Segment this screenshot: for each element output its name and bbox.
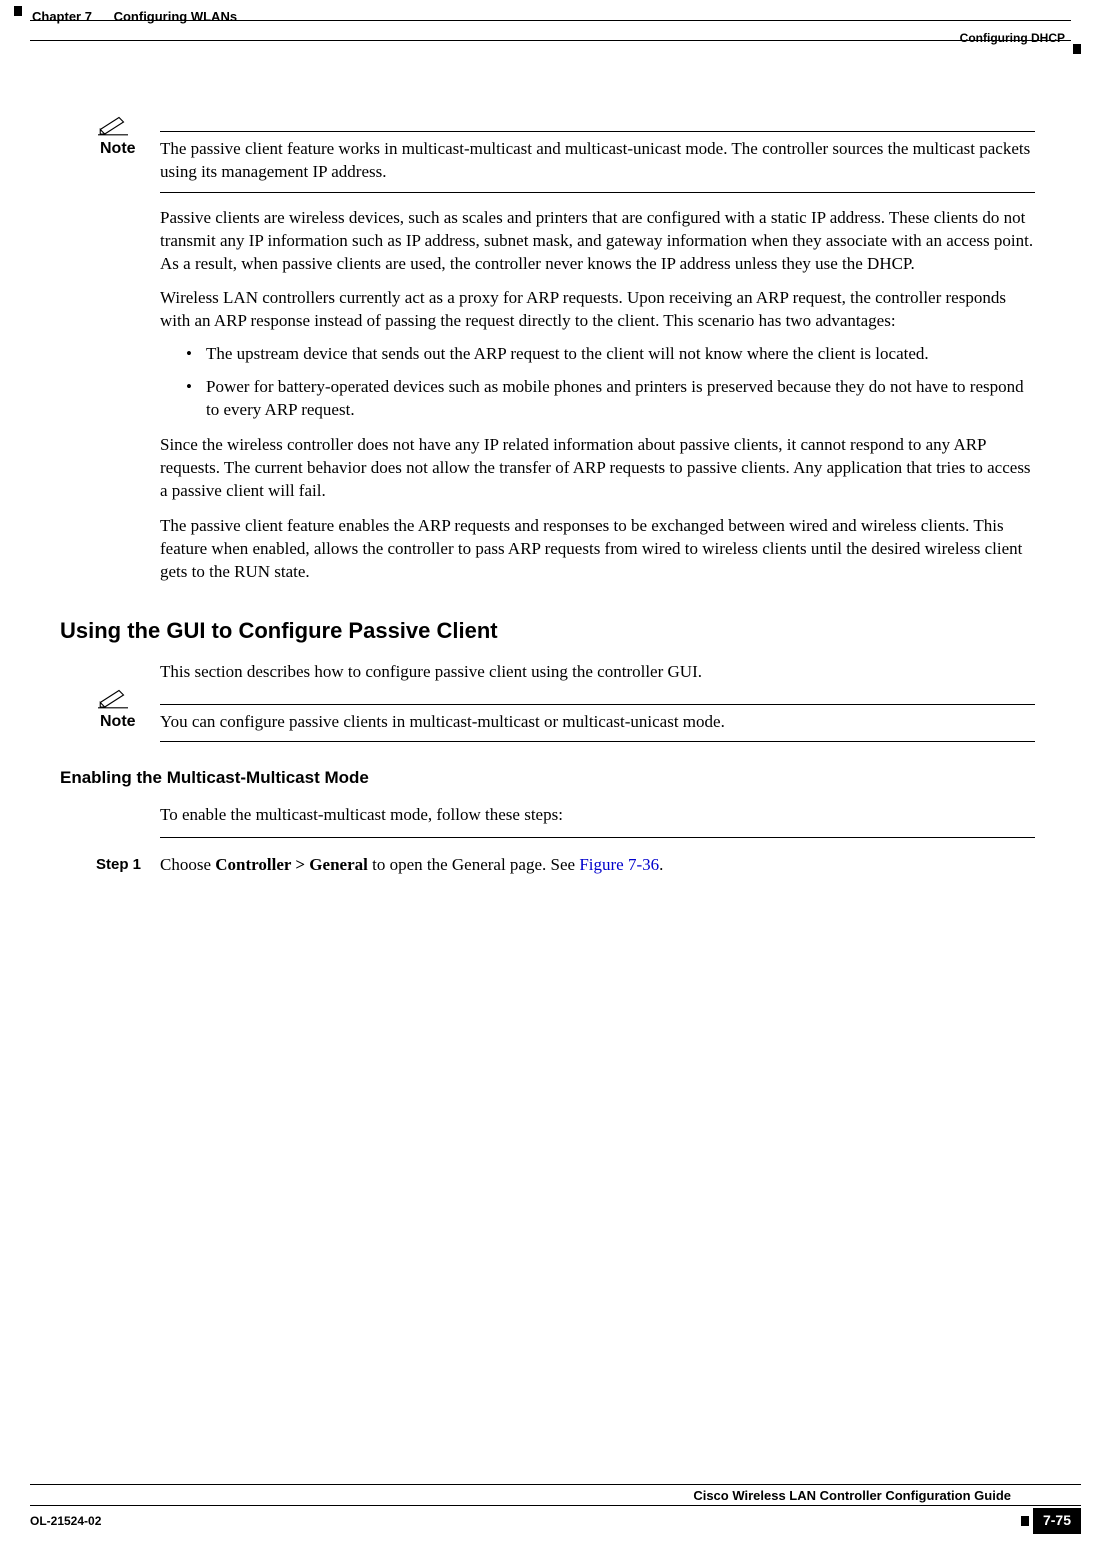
note-block: Note You can configure passive clients i… [160, 704, 1035, 743]
step-text: Choose Controller > General to open the … [160, 854, 663, 877]
page-footer: Cisco Wireless LAN Controller Configurat… [30, 1484, 1081, 1528]
footer-guide-title: Cisco Wireless LAN Controller Configurat… [30, 1487, 1081, 1505]
chapter-title: Configuring WLANs [114, 9, 237, 24]
body-paragraph: To enable the multicast-multicast mode, … [160, 804, 1035, 827]
header-left: Chapter 7 Configuring WLANs [14, 8, 237, 26]
page-header: Chapter 7 Configuring WLANs Configuring … [0, 0, 1095, 47]
header-divider-bottom [30, 40, 1071, 41]
footer-page-wrap: 7-75 [1021, 1508, 1081, 1534]
body-paragraph: Wireless LAN controllers currently act a… [160, 287, 1035, 333]
footer-ornament [1021, 1516, 1029, 1526]
body-paragraph: The passive client feature enables the A… [160, 515, 1035, 584]
page-number: 7-75 [1033, 1508, 1081, 1534]
step-text-pre: Choose [160, 855, 215, 874]
note-text: The passive client feature works in mult… [160, 138, 1035, 184]
body-paragraph: Since the wireless controller does not h… [160, 434, 1035, 503]
list-item: The upstream device that sends out the A… [186, 343, 1035, 366]
page-content: Note The passive client feature works in… [0, 47, 1095, 877]
pencil-note-icon [98, 687, 128, 716]
step-text-mid: to open the General page. See [368, 855, 579, 874]
note-label: Note [100, 138, 160, 184]
section-heading: Using the GUI to Configure Passive Clien… [60, 616, 1035, 647]
chapter-number: Chapter 7 [32, 9, 92, 24]
bullet-list: The upstream device that sends out the A… [186, 343, 1035, 422]
note-text: You can configure passive clients in mul… [160, 711, 725, 734]
note-block: Note The passive client feature works in… [160, 131, 1035, 193]
body-paragraph: Passive clients are wireless devices, su… [160, 207, 1035, 276]
step-block: Step 1 Choose Controller > General to op… [160, 837, 1035, 877]
header-divider-top [30, 20, 1071, 21]
header-ornament-left [14, 6, 22, 16]
footer-divider [30, 1505, 1081, 1506]
footer-doc-number: OL-21524-02 [30, 1513, 101, 1530]
footer-divider [30, 1484, 1081, 1485]
pencil-note-icon [98, 114, 128, 143]
figure-link[interactable]: Figure 7-36 [579, 855, 659, 874]
body-paragraph: This section describes how to configure … [160, 661, 1035, 684]
step-text-post: . [659, 855, 663, 874]
header-ornament-right [1073, 44, 1081, 54]
menu-path: Controller > General [215, 855, 368, 874]
step-label: Step 1 [96, 854, 160, 877]
subsection-heading: Enabling the Multicast-Multicast Mode [60, 766, 1035, 790]
list-item: Power for battery-operated devices such … [186, 376, 1035, 422]
